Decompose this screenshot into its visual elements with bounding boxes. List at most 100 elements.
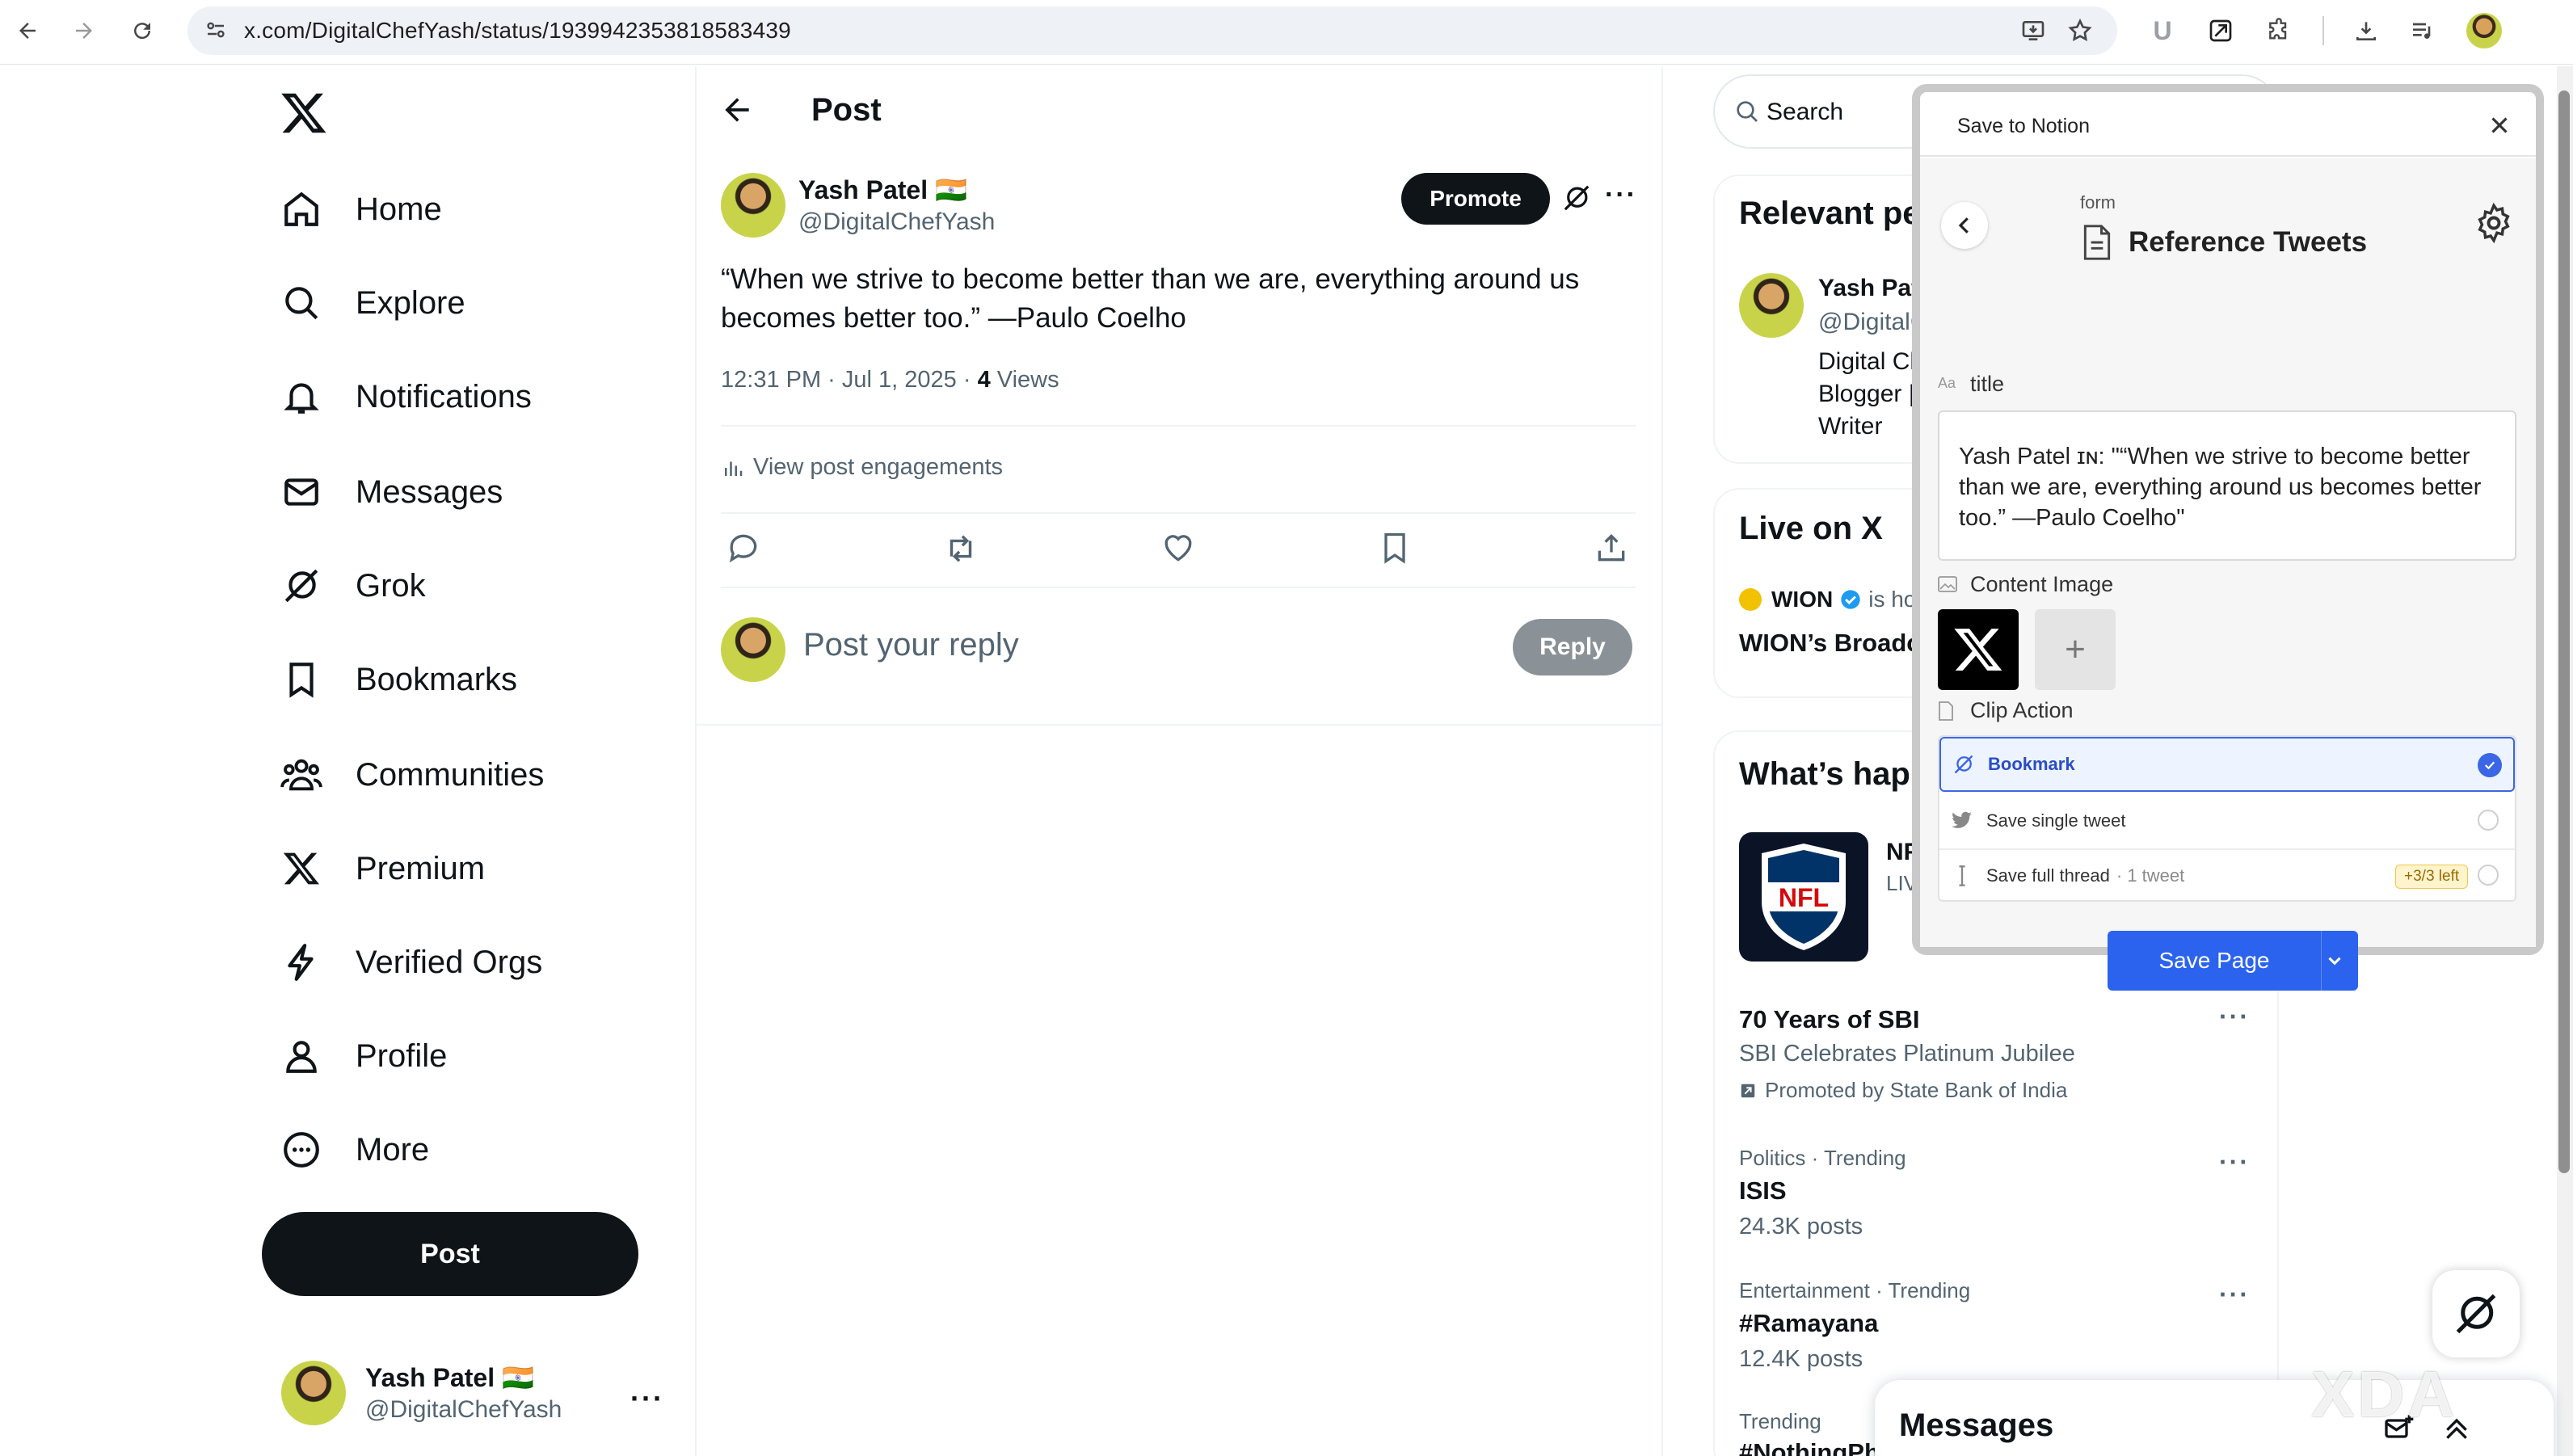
host-avatar (1739, 588, 1762, 611)
search-placeholder: Search (1767, 99, 1844, 125)
url-text[interactable]: x.com/DigitalChefYash/status/19399423538… (244, 18, 791, 44)
nfl-logo[interactable]: NFL (1739, 832, 1868, 962)
nav-item-notifications[interactable]: Notifications (280, 368, 532, 425)
browser-reload-icon[interactable] (124, 13, 160, 48)
post-meta: 12:31 PM · Jul 1, 2025 · 4 Views (721, 367, 1059, 393)
like-heart-icon[interactable] (1160, 530, 1199, 569)
xda-watermark: XDA (2311, 1358, 2457, 1430)
messages-drawer-title[interactable]: Messages (1899, 1408, 2053, 1444)
save-page-button[interactable]: Save Page (2108, 931, 2358, 991)
post-author-handle[interactable]: @DigitalChefYash (798, 208, 995, 236)
repost-icon[interactable] (942, 530, 981, 569)
gear-icon[interactable] (2473, 202, 2518, 247)
nav-item-more[interactable]: More (280, 1121, 429, 1178)
post-more-icon[interactable]: ··· (1605, 179, 1637, 211)
trend-more-icon[interactable]: ··· (2219, 1147, 2250, 1177)
save-to-notion-panel: Save to Notion form Reference Tweets Aa … (1912, 84, 2544, 991)
option-save-single-tweet[interactable]: Save single tweet (1939, 793, 2515, 848)
view-engagements-link[interactable]: View post engagements (721, 454, 1003, 481)
reply-avatar (721, 617, 785, 682)
relevant-person-name[interactable]: Yash Pat (1818, 275, 1919, 302)
media-controls-icon[interactable] (2403, 11, 2442, 50)
reply-icon[interactable] (726, 530, 764, 569)
option-save-full-thread[interactable]: Save full thread · 1 tweet +3/3 left (1939, 848, 2515, 903)
views-count: 4 (977, 367, 991, 393)
extensions-puzzle-icon[interactable] (2259, 11, 2298, 50)
relevant-person-avatar[interactable] (1739, 273, 1804, 338)
account-name[interactable]: Yash Patel 🇮🇳 (365, 1362, 534, 1393)
scrollbar-thumb[interactable] (2558, 90, 2570, 1173)
close-icon[interactable] (2486, 112, 2513, 139)
trend-context: Trending (1739, 1409, 1821, 1433)
divider (721, 425, 1636, 427)
trend-description: SBI Celebrates Platinum Jubilee (1739, 1041, 2075, 1067)
account-avatar[interactable] (281, 1361, 346, 1425)
install-app-icon[interactable] (2020, 18, 2046, 44)
option-bookmark[interactable]: Bookmark (1939, 737, 2515, 792)
reply-input[interactable]: Post your reply (803, 627, 1019, 663)
extension-send-icon[interactable] (2201, 11, 2240, 50)
nav-item-bookmarks[interactable]: Bookmarks (280, 651, 517, 708)
account-more-icon[interactable]: ··· (630, 1382, 664, 1416)
content-image-thumbnail[interactable] (1938, 609, 2019, 690)
reply-button[interactable]: Reply (1513, 619, 1632, 675)
add-image-button[interactable]: + (2035, 609, 2116, 690)
browser-back-icon[interactable] (10, 13, 45, 48)
live-broadcast-title[interactable]: WION’s Broadca (1739, 629, 1935, 658)
account-handle[interactable]: @DigitalChefYash (365, 1396, 562, 1424)
browser-forward-icon[interactable] (66, 13, 102, 48)
nav-item-profile[interactable]: Profile (280, 1028, 447, 1084)
trend-more-icon[interactable]: ··· (2219, 1280, 2250, 1310)
x-logo-icon[interactable] (280, 89, 328, 137)
browser-toolbar: x.com/DigitalChefYash/status/19399423538… (0, 0, 2573, 65)
radio-button[interactable] (2478, 810, 2499, 831)
bio-line: Writer (1818, 413, 1883, 440)
bookmark-icon[interactable] (1377, 530, 1416, 569)
trend-more-icon[interactable]: ··· (2219, 1002, 2250, 1032)
grok-icon[interactable] (1561, 183, 1594, 215)
nav-item-verified-orgs[interactable]: Verified Orgs (280, 934, 542, 991)
post-author-avatar[interactable] (721, 173, 785, 238)
grok-floating-button[interactable] (2432, 1270, 2520, 1357)
trend-name[interactable]: #Ramayana (1739, 1309, 1878, 1338)
nav-item-communities[interactable]: Communities (280, 747, 544, 803)
database-selector[interactable]: Reference Tweets (2082, 225, 2367, 260)
trend-name[interactable]: #NothingPh (1739, 1438, 1880, 1456)
nav-item-home[interactable]: Home (280, 181, 442, 238)
post-author-name[interactable]: Yash Patel 🇮🇳 (798, 175, 967, 205)
nav-item-explore[interactable]: Explore (280, 275, 465, 331)
post-button[interactable]: Post (262, 1212, 638, 1296)
option-label: Save full thread (1986, 865, 2110, 886)
trend-context: Politics · Trending (1739, 1146, 1906, 1170)
file-property-icon (1938, 701, 1959, 721)
downloads-icon[interactable] (2347, 11, 2386, 50)
person-icon (280, 1034, 323, 1078)
live-host-row[interactable]: WION is hos (1739, 587, 1927, 612)
lightning-icon (280, 941, 323, 984)
communities-icon (280, 753, 323, 797)
title-textarea[interactable]: Yash Patel ɪɴ: "“When we strive to becom… (1938, 410, 2516, 561)
trend-name[interactable]: 70 Years of SBI (1739, 1005, 1919, 1034)
nav-item-messages[interactable]: Messages (280, 464, 503, 520)
radio-button[interactable] (2478, 865, 2499, 886)
promoted-label: Promoted by State Bank of India (1739, 1078, 2067, 1103)
nav-item-premium[interactable]: Premium (280, 840, 485, 897)
site-info-icon[interactable] (204, 18, 228, 42)
clip-action-options: Bookmark Save single tweet Save full thr… (1938, 735, 2516, 902)
nav-item-label: More (356, 1131, 430, 1168)
back-chevron-icon[interactable] (1941, 202, 1988, 249)
post-timestamp[interactable]: 12:31 PM · Jul 1, 2025 · (721, 367, 978, 393)
extension-u-icon[interactable]: U (2143, 11, 2182, 50)
option-label: Save single tweet (1986, 810, 2126, 831)
live-host-name: WION (1771, 587, 1834, 612)
promote-button[interactable]: Promote (1401, 173, 1550, 225)
bookmark-star-icon[interactable] (2067, 18, 2093, 44)
trend-name[interactable]: ISIS (1739, 1176, 1787, 1206)
nav-item-grok[interactable]: Grok (280, 558, 426, 614)
address-bar[interactable]: x.com/DigitalChefYash/status/19399423538… (187, 6, 2117, 55)
browser-profile-avatar[interactable] (2466, 13, 2502, 48)
share-icon[interactable] (1594, 530, 1632, 569)
nav-item-label: Home (356, 191, 442, 227)
back-arrow-icon[interactable] (719, 92, 758, 131)
chevron-down-icon[interactable] (2322, 950, 2347, 971)
